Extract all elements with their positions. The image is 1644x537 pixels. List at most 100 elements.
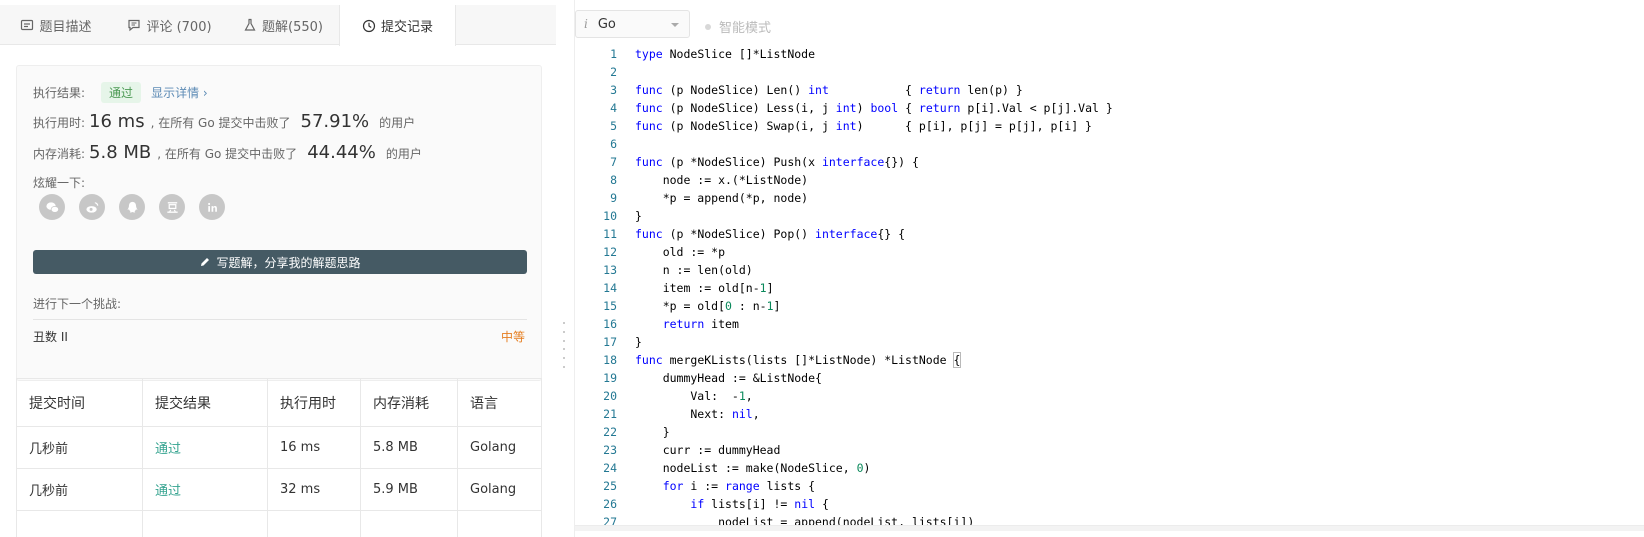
- runtime-desc: , 在所有 Go 提交中击败了: [150, 116, 291, 130]
- code-line: dummyHead := &ListNode{: [635, 371, 822, 385]
- code-line: n := len(old): [635, 263, 753, 277]
- line-number: 4: [610, 101, 617, 115]
- code-line: item := old[n-1]: [635, 281, 774, 295]
- cell-memory: 5.9 MB: [360, 468, 458, 511]
- weibo-icon[interactable]: [79, 194, 105, 220]
- line-number: 25: [603, 479, 617, 493]
- smart-mode-toggle[interactable]: 智能模式: [705, 17, 771, 36]
- line-number: 18: [603, 353, 617, 367]
- table-row[interactable]: 几秒前 通过 32 ms 5.9 MB Golang: [16, 468, 542, 511]
- code-line: }: [635, 209, 642, 223]
- next-challenge-label: 进行下一个挑战:: [33, 297, 122, 311]
- code-line: }: [635, 425, 670, 439]
- runtime-suffix: 的用户: [379, 116, 416, 130]
- line-number: 7: [610, 155, 617, 169]
- cell-language: Golang: [457, 468, 542, 511]
- code-line: }: [635, 335, 642, 349]
- table-row[interactable]: 几秒前 通过 16 ms 5.8 MB Golang: [16, 426, 542, 469]
- line-number: 22: [603, 425, 617, 439]
- line-number: 2: [610, 65, 617, 79]
- code-line: func (p NodeSlice) Less(i, j int) bool {…: [635, 101, 1113, 115]
- tab-submissions-label: 提交记录: [380, 20, 433, 35]
- memory-desc: , 在所有 Go 提交中击败了: [157, 147, 298, 161]
- share-buttons: [39, 194, 225, 220]
- line-number: 24: [603, 461, 617, 475]
- submission-result-card: 执行结果: 通过 显示详情 › 执行用时: 16 ms , 在所有 Go 提交中…: [16, 65, 542, 381]
- next-problem-link[interactable]: 丑数 II: [33, 328, 68, 345]
- code-line: *p = append(*p, node): [635, 191, 809, 205]
- cell-language: Golang: [457, 426, 542, 469]
- editor-toolbar: i Go 智能模式: [575, 5, 1644, 43]
- write-solution-button[interactable]: 写题解，分享我的解题思路: [33, 250, 527, 274]
- line-number: 19: [603, 371, 617, 385]
- col-language: 语言: [457, 378, 542, 427]
- code-line: func (p *NodeSlice) Push(x interface{}) …: [635, 155, 919, 169]
- linkedin-icon[interactable]: [199, 194, 225, 220]
- code-line: func (p *NodeSlice) Pop() interface{} {: [635, 227, 906, 241]
- line-number: 3: [610, 83, 617, 97]
- share-label: 炫耀一下:: [33, 176, 86, 190]
- qq-icon[interactable]: [119, 194, 145, 220]
- line-number: 16: [603, 317, 617, 331]
- cell-time: 几秒前: [16, 426, 143, 469]
- toggle-dot-icon: [705, 23, 711, 30]
- line-number: 20: [603, 389, 617, 403]
- line-number: 12: [603, 245, 617, 259]
- col-runtime: 执行用时: [267, 378, 361, 427]
- line-number: 15: [603, 299, 617, 313]
- line-number: 9: [610, 191, 617, 205]
- tab-description-label: 题目描述: [39, 19, 92, 35]
- tab-submissions[interactable]: 提交记录: [339, 5, 456, 46]
- horizontal-scrollbar[interactable]: [575, 525, 1644, 531]
- table-header-row: 提交时间 提交结果 执行用时 内存消耗 语言: [16, 378, 542, 427]
- memory-label: 内存消耗:: [33, 147, 86, 161]
- cell-result-link[interactable]: 通过: [142, 426, 268, 469]
- col-memory: 内存消耗: [360, 378, 458, 427]
- line-number: 11: [603, 227, 617, 241]
- line-number: 26: [603, 497, 617, 511]
- cell-runtime: 32 ms: [267, 468, 361, 511]
- show-details-link[interactable]: 显示详情 ›: [151, 84, 208, 101]
- tab-solutions[interactable]: 题解(550): [227, 5, 339, 45]
- cell-runtime: 16 ms: [267, 426, 361, 469]
- tab-description[interactable]: 题目描述: [0, 5, 112, 45]
- douban-icon[interactable]: [159, 194, 185, 220]
- left-panel: 题目描述 评论 (700) 题解(550) 提交记录 执行结果: 通过 显示详情…: [0, 0, 556, 537]
- write-solution-label: 写题解，分享我的解题思路: [216, 255, 361, 270]
- cell-memory: 5.8 MB: [360, 426, 458, 469]
- code-line: if lists[i] != nil {: [690, 497, 829, 511]
- cell-result-link[interactable]: 通过: [142, 468, 268, 511]
- divider: [33, 319, 527, 320]
- line-number: 23: [603, 443, 617, 457]
- code-editor-panel: i Go 智能模式 1 2 3 4 5 6 7 8 9 10 11 12 13 …: [574, 0, 1644, 537]
- code-line: nodeList := make(NodeSlice, 0): [635, 461, 871, 475]
- line-number: 10: [603, 209, 617, 223]
- line-number: 5: [610, 119, 617, 133]
- drag-handle-icon[interactable]: [563, 322, 566, 368]
- chevron-down-icon: [671, 23, 679, 27]
- line-number-gutter: 1 2 3 4 5 6 7 8 9 10 11 12 13 14 15 16 1…: [575, 45, 627, 531]
- wechat-icon[interactable]: [39, 194, 65, 220]
- status-row: 执行结果: 通过 显示详情 ›: [33, 82, 208, 103]
- language-select-value: Go: [597, 16, 616, 32]
- runtime-value: 16 ms: [89, 111, 145, 132]
- tab-comments[interactable]: 评论 (700): [112, 5, 227, 45]
- smart-mode-label: 智能模式: [719, 21, 772, 36]
- code-line: for i := range lists {: [662, 479, 816, 493]
- code-line: curr := dummyHead: [635, 443, 781, 457]
- tab-solutions-label: 题解(550): [262, 19, 323, 35]
- panel-splitter[interactable]: [556, 0, 574, 537]
- pencil-icon: [201, 258, 210, 266]
- runtime-label: 执行用时:: [33, 116, 86, 130]
- code-line: Val: -1,: [635, 389, 753, 403]
- language-select[interactable]: i Go: [575, 10, 690, 38]
- status-badge: 通过: [101, 82, 142, 103]
- code-line: node := x.(*ListNode): [635, 173, 809, 187]
- code-editor[interactable]: 1 2 3 4 5 6 7 8 9 10 11 12 13 14 15 16 1…: [575, 45, 1644, 531]
- runtime-percentile: 57.91%: [300, 111, 370, 132]
- document-icon: [21, 19, 34, 31]
- table-row[interactable]: [16, 510, 542, 537]
- cell-time: 几秒前: [16, 468, 143, 511]
- line-number: 13: [603, 263, 617, 277]
- clock-icon: [362, 19, 376, 32]
